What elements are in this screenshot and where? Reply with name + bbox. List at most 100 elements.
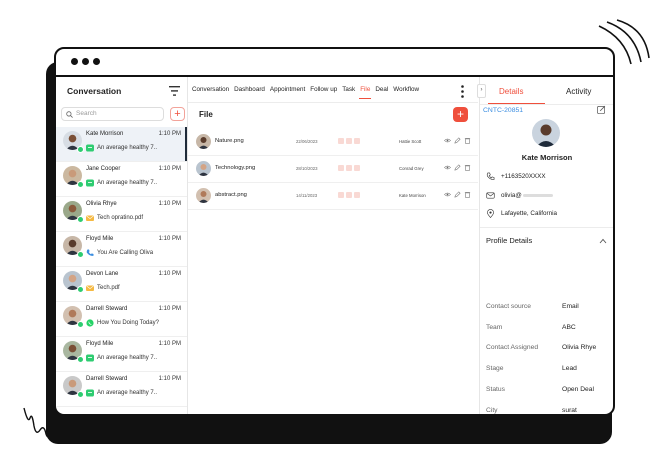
contact-time: 1:10 PM: [158, 271, 181, 277]
contact-message: An average healthy 7..: [86, 354, 157, 362]
message-preview: You Are Calling Oliva: [97, 250, 154, 256]
phone-icon: [486, 172, 495, 180]
field-value: ABC: [562, 323, 576, 331]
field-value: Lead: [562, 365, 577, 373]
file-action-icons: [338, 165, 360, 171]
tab-deal[interactable]: Deal: [375, 86, 388, 99]
copy-icon[interactable]: [346, 138, 352, 144]
edit-icon[interactable]: [454, 191, 461, 198]
view-icon[interactable]: [444, 137, 451, 144]
window-titlebar: [56, 49, 613, 77]
tab-follow-up[interactable]: Follow up: [310, 86, 337, 99]
tab-workflow[interactable]: Workflow: [393, 86, 419, 99]
add-conversation-button[interactable]: +: [170, 107, 185, 121]
copy-icon[interactable]: [346, 192, 352, 198]
file-action-icons: [338, 192, 360, 198]
contact-message: Tech opratino.pdf: [86, 214, 143, 222]
edit-icon[interactable]: [597, 105, 606, 114]
file-row[interactable]: abstract.png 14/11/2023 Kate Morrison: [188, 183, 478, 210]
tab-dashboard[interactable]: Dashboard: [234, 86, 265, 99]
link-icon[interactable]: [354, 138, 360, 144]
chevron-up-icon[interactable]: [599, 238, 607, 244]
tab-activity[interactable]: Activity: [566, 87, 591, 96]
list-item[interactable]: Floyd Mile 1:10 PM An average healthy 7..: [56, 337, 187, 372]
share-icon[interactable]: [338, 192, 344, 198]
list-item[interactable]: Olivia Rhye 1:10 PM Tech opratino.pdf: [56, 197, 187, 232]
file-row[interactable]: Technology.png 28/10/2023 Conrad Grey: [188, 156, 478, 183]
add-file-button[interactable]: +: [453, 107, 468, 122]
location-row: Lafayette, California: [486, 209, 557, 218]
tab-task[interactable]: Task: [342, 86, 355, 99]
field-label: Contact Assigned: [486, 344, 539, 352]
details-panel: › Details Activity CNTC-20851 Kate Morri…: [477, 77, 613, 414]
contact-time: 1:10 PM: [158, 236, 181, 242]
email-address: olivia@: [501, 192, 522, 199]
tab-appointment[interactable]: Appointment: [270, 86, 305, 99]
tab-bar: Conversation Dashboard Appointment Follow u…: [192, 86, 419, 99]
file-owner: Conrad Grey: [399, 166, 424, 171]
file-controls: [444, 164, 471, 171]
share-icon[interactable]: [338, 165, 344, 171]
list-item[interactable]: Jane Cooper 1:10 PM An average healthy 7..: [56, 162, 187, 197]
share-icon[interactable]: [338, 138, 344, 144]
filter-icon[interactable]: [169, 86, 180, 96]
contact-name: Darrell Steward: [86, 306, 128, 312]
delete-icon[interactable]: [464, 164, 471, 171]
main-panel: Conversation Dashboard Appointment Follow u…: [188, 77, 478, 414]
contact-time: 1:10 PM: [158, 201, 181, 207]
view-icon[interactable]: [444, 164, 451, 171]
list-item[interactable]: Floyd Mile 1:10 PM You Are Calling Oliva: [56, 232, 187, 267]
file-date: 22/06/2023: [296, 139, 318, 144]
file-section-title: File: [199, 110, 213, 119]
contact-message: You Are Calling Oliva: [86, 249, 153, 257]
list-item[interactable]: Darrell Steward 1:10 PM How You Doing Toda…: [56, 302, 187, 337]
contact-name: Olivia Rhye: [86, 201, 117, 207]
list-item[interactable]: Devon Lane 1:10 PM Tech.pdf: [56, 267, 187, 302]
field-value: Open Deal: [562, 385, 594, 393]
conversation-panel: Conversation Search + Kate Morrison 1:10 …: [56, 77, 188, 414]
contact-name: Floyd Mile: [86, 341, 114, 347]
tab-conversation[interactable]: Conversation: [192, 86, 229, 99]
collapse-panel-button[interactable]: ›: [477, 84, 486, 98]
email-icon: [86, 214, 94, 222]
copy-icon[interactable]: [346, 165, 352, 171]
field-value: surat: [562, 406, 577, 414]
file-date: 14/11/2023: [296, 193, 318, 198]
file-controls: [444, 137, 471, 144]
location-icon: [487, 209, 494, 218]
field-label: Team: [486, 323, 503, 331]
chat-icon: [86, 354, 94, 362]
tab-file[interactable]: File: [359, 86, 372, 99]
search-icon: [66, 111, 73, 118]
file-row[interactable]: Nature.png 22/06/2023 Hattie Scott: [188, 129, 478, 156]
search-input[interactable]: Search: [61, 107, 164, 121]
online-status-dot: [77, 251, 84, 258]
edit-icon[interactable]: [454, 164, 461, 171]
tab-details[interactable]: Details: [499, 87, 523, 96]
search-row: Search +: [61, 107, 185, 123]
email-icon: [486, 192, 495, 199]
contact-message: An average healthy 7..: [86, 144, 157, 152]
link-icon[interactable]: [354, 192, 360, 198]
link-icon[interactable]: [354, 165, 360, 171]
contact-message: An average healthy 7..: [86, 179, 157, 187]
phone-icon: [86, 249, 94, 257]
online-status-dot: [77, 146, 84, 153]
conversation-header: Conversation: [56, 77, 187, 103]
field-label: City: [486, 406, 498, 414]
delete-icon[interactable]: [464, 191, 471, 198]
contact-time: 1:10 PM: [158, 131, 181, 137]
list-item[interactable]: Kate Morrison 1:10 PM An average healthy 7…: [56, 127, 187, 162]
online-status-dot: [77, 391, 84, 398]
contact-avatar: [532, 119, 560, 147]
avatar: [196, 188, 211, 203]
file-date: 28/10/2023: [296, 166, 318, 171]
file-name: Technology.png: [215, 165, 256, 171]
delete-icon[interactable]: [464, 137, 471, 144]
contact-name: Devon Lane: [86, 271, 119, 277]
edit-icon[interactable]: [454, 137, 461, 144]
view-icon[interactable]: [444, 191, 451, 198]
list-item[interactable]: Darrell Steward 1:10 PM An average healthy…: [56, 372, 187, 407]
whatsapp-icon: [86, 319, 94, 327]
more-options-icon[interactable]: [461, 85, 464, 98]
